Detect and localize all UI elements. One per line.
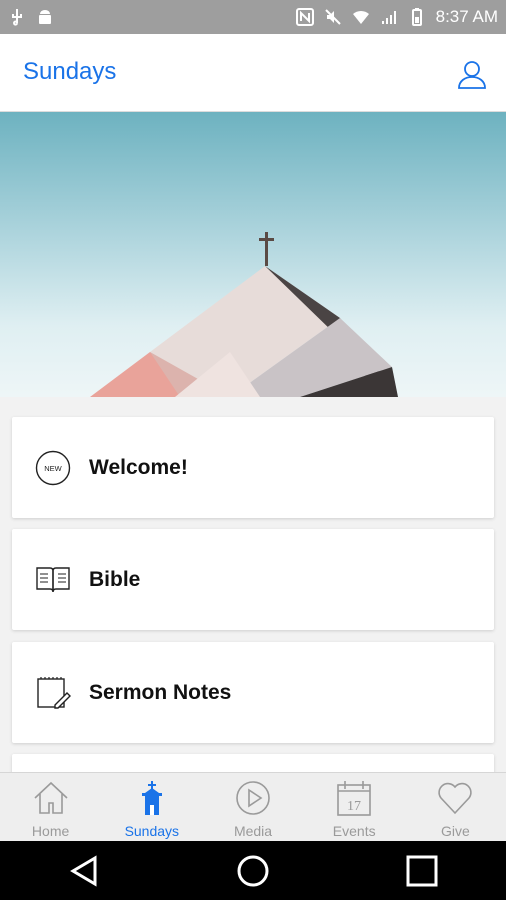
status-bar: 8:37 AM	[0, 0, 506, 34]
tab-label-give: Give	[441, 823, 470, 839]
heart-icon	[438, 782, 473, 815]
mute-icon	[324, 9, 341, 25]
back-button[interactable]	[64, 851, 104, 891]
tab-label-media: Media	[233, 823, 273, 839]
tab-label-sundays: Sundays	[124, 823, 180, 839]
card-label-sermon-notes: Sermon Notes	[89, 680, 232, 704]
recents-button[interactable]	[402, 851, 442, 891]
page-title: Sundays	[23, 58, 117, 85]
card-welcome[interactable]: NEW Welcome!	[12, 417, 494, 518]
card-sermon-notes[interactable]: Sermon Notes	[12, 642, 494, 743]
android-icon	[39, 10, 51, 24]
recents-square-icon	[406, 855, 438, 886]
notepad-pencil-icon	[35, 675, 71, 711]
calendar-date-text: 17	[347, 799, 361, 814]
home-icon	[34, 781, 68, 814]
open-book-icon	[35, 562, 71, 598]
user-icon	[458, 61, 486, 89]
usb-icon	[12, 9, 22, 26]
signal-icon	[381, 11, 396, 24]
play-circle-icon	[236, 781, 270, 815]
church-icon	[141, 781, 162, 815]
tab-events[interactable]: 17 Events	[304, 773, 405, 841]
new-badge-icon: NEW	[35, 450, 71, 486]
nfc-icon	[295, 8, 314, 26]
tab-media[interactable]: Media	[202, 773, 303, 841]
tab-label-events: Events	[332, 823, 376, 839]
back-triangle-icon	[70, 854, 97, 887]
card-label-welcome: Welcome!	[89, 455, 188, 479]
tab-label-home: Home	[31, 823, 70, 839]
tab-give[interactable]: Give	[405, 773, 506, 841]
app-header: Sundays	[0, 34, 506, 112]
hero-image	[0, 112, 506, 397]
profile-button[interactable]	[456, 58, 488, 90]
home-circle-icon	[237, 855, 269, 886]
bottom-tab-bar: Home Sundays Media 17 Events Give	[0, 772, 506, 841]
card-bible[interactable]: Bible	[12, 529, 494, 630]
home-nav-button[interactable]	[233, 851, 273, 891]
tab-sundays[interactable]: Sundays	[101, 773, 202, 841]
new-badge-text: NEW	[44, 464, 62, 473]
calendar-icon: 17	[337, 781, 372, 816]
card-label-bible: Bible	[89, 567, 141, 591]
wifi-icon	[352, 10, 369, 24]
status-time: 8:37 AM	[435, 7, 498, 26]
tab-home[interactable]: Home	[0, 773, 101, 841]
system-nav-bar	[0, 841, 506, 900]
battery-icon	[411, 8, 422, 26]
